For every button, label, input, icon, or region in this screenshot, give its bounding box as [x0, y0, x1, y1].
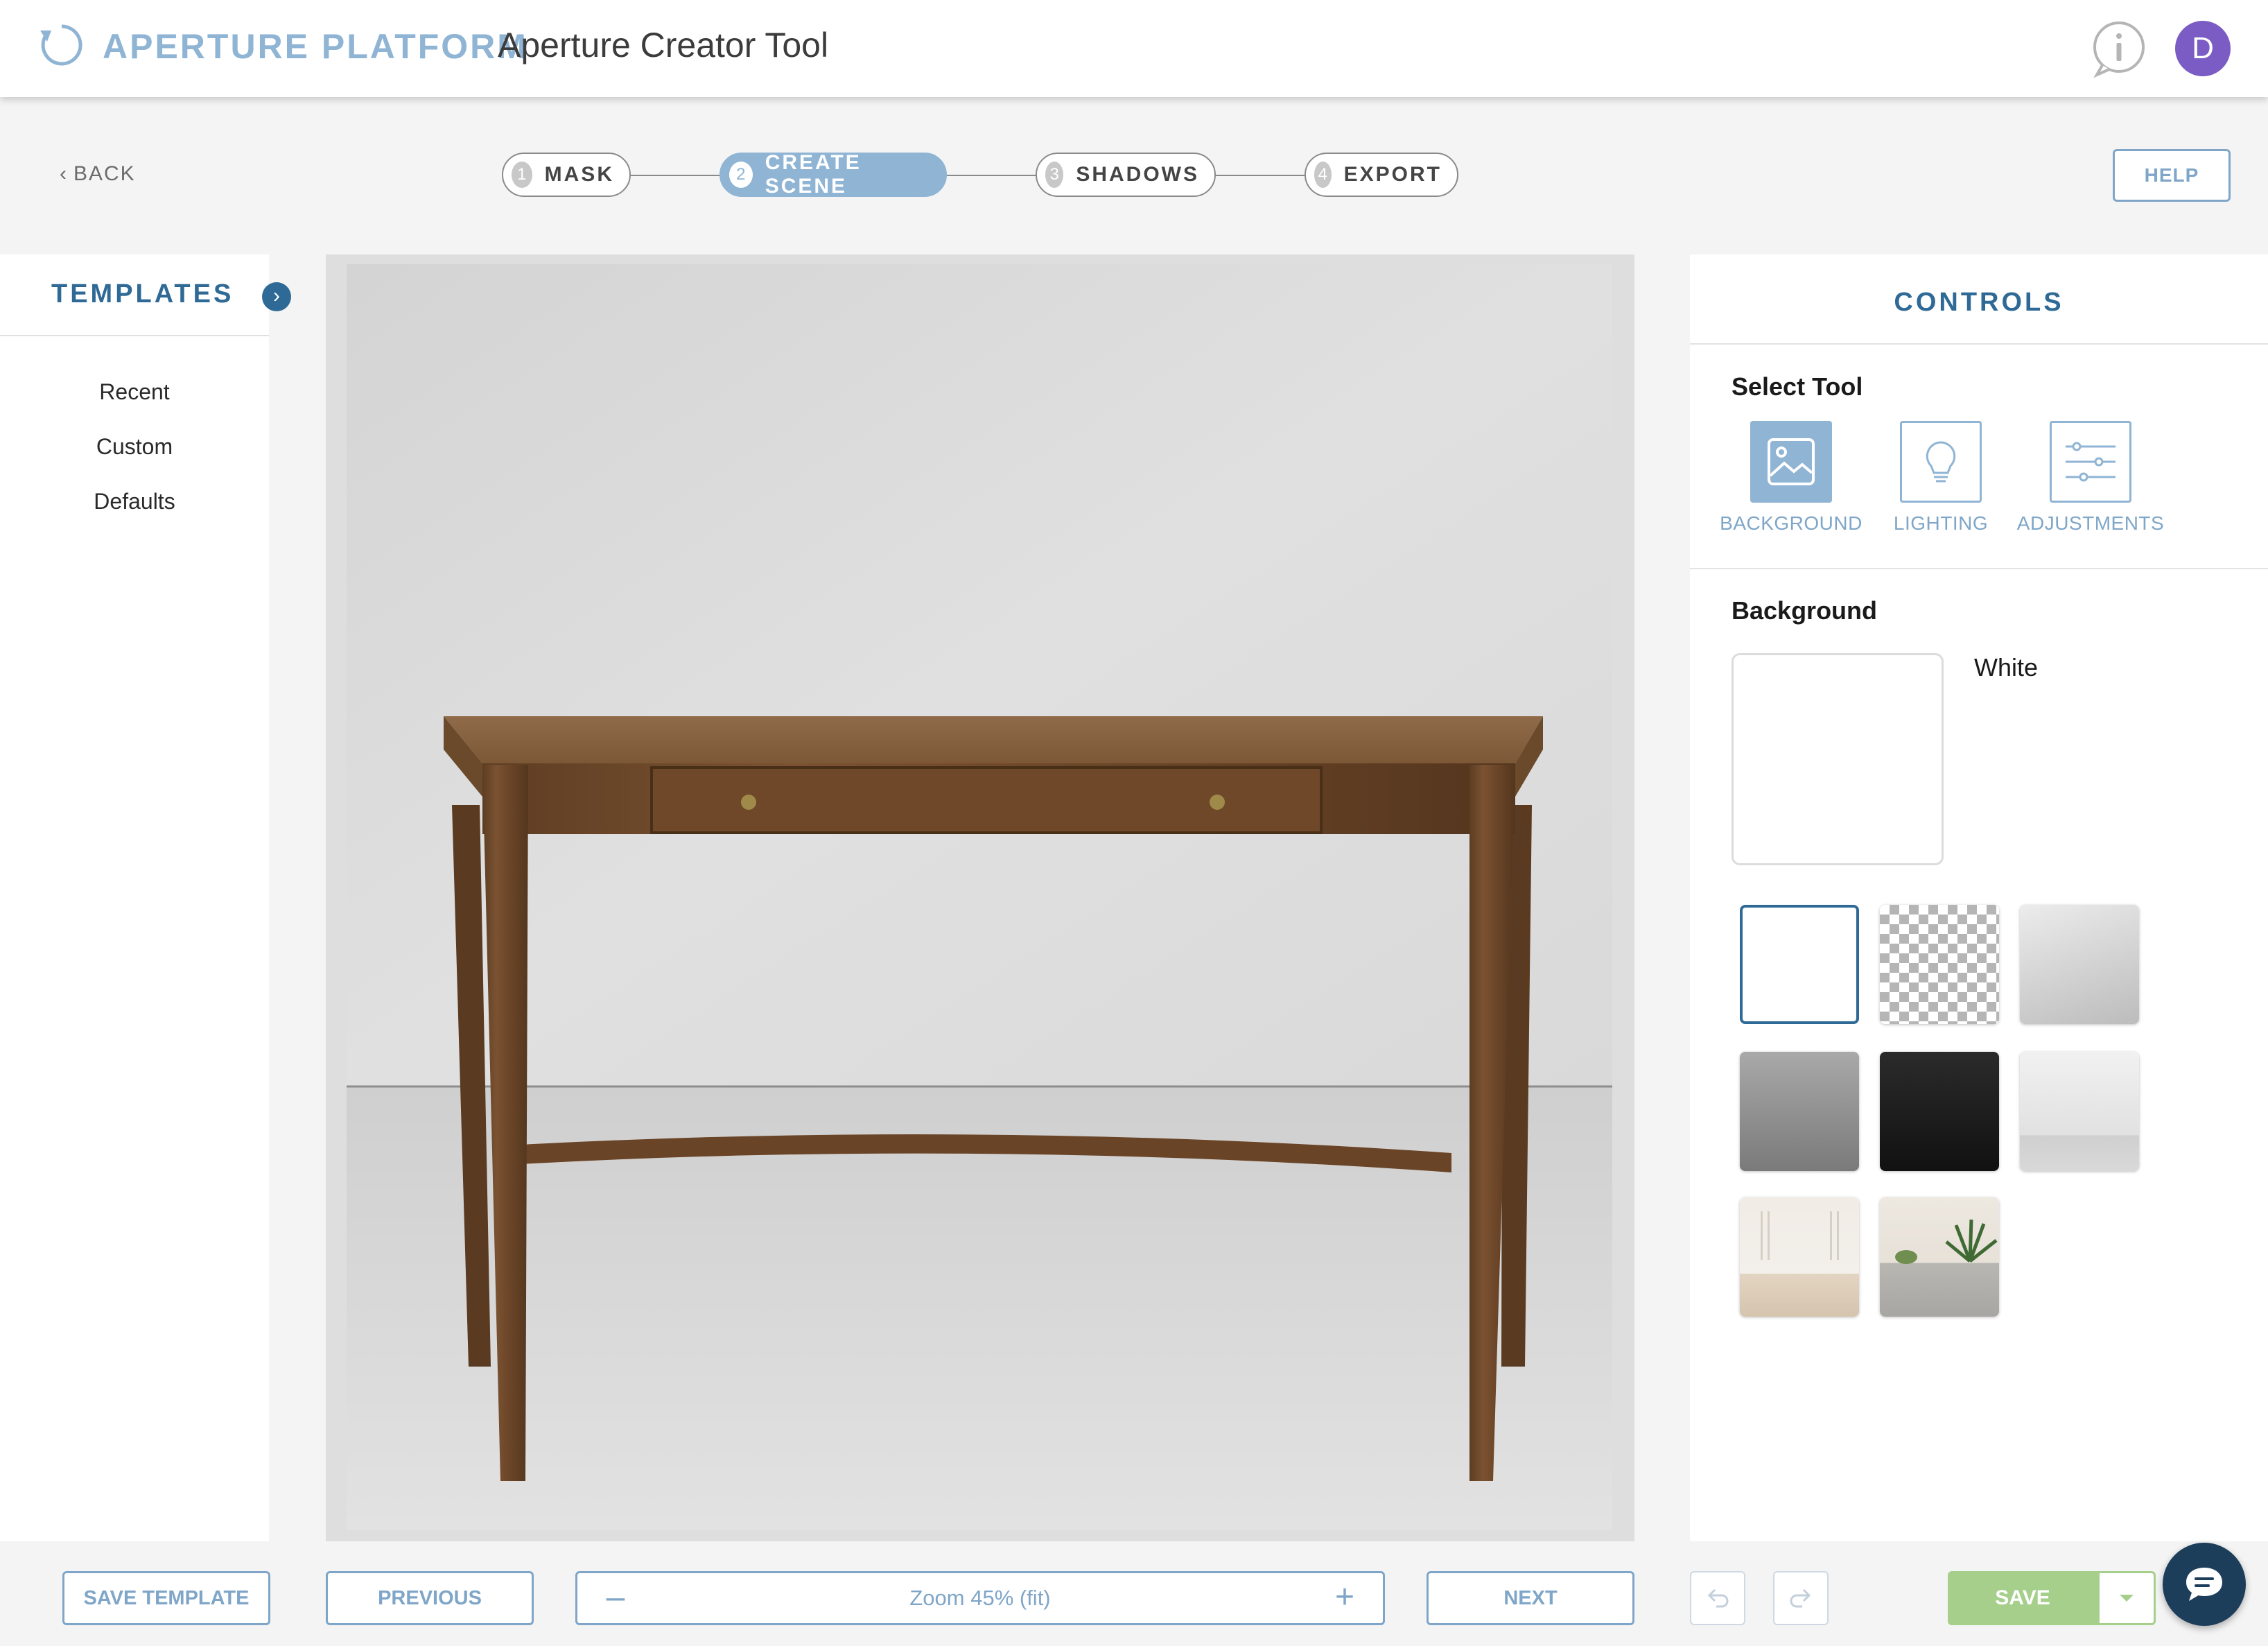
previous-button[interactable]: PREVIOUS: [326, 1571, 534, 1625]
step-export[interactable]: 4 EXPORT: [1305, 153, 1458, 197]
step-number: 1: [512, 162, 532, 188]
controls-title: CONTROLS: [1894, 288, 2064, 317]
back-label: BACK: [73, 162, 136, 185]
room-panel-line: [1761, 1211, 1763, 1260]
tool-label: BACKGROUND: [1720, 512, 1863, 534]
step-label: MASK: [544, 163, 614, 186]
sliders-icon: [2050, 421, 2131, 503]
step-connector: [1214, 175, 1306, 176]
refresh-circle-icon: [40, 24, 82, 66]
divider: [1690, 343, 2268, 345]
desk-product-image: [347, 264, 1612, 1530]
controls-panel: CONTROLS Select Tool BACKGROUND LIGHTING: [1690, 254, 2268, 1541]
save-template-button[interactable]: SAVE TEMPLATE: [62, 1571, 270, 1625]
zoom-level: Zoom 45% (fit): [909, 1586, 1051, 1610]
template-item-recent[interactable]: Recent: [0, 379, 269, 405]
divider: [0, 335, 269, 336]
template-item-defaults[interactable]: Defaults: [0, 489, 269, 514]
zoom-control: – Zoom 45% (fit) +: [575, 1571, 1385, 1625]
tool-lighting[interactable]: LIGHTING: [1865, 421, 2017, 535]
step-label: EXPORT: [1343, 163, 1442, 186]
swatch-gray[interactable]: [1740, 1052, 1859, 1171]
step-connector: [945, 175, 1037, 176]
chevron-left-icon: ‹: [60, 162, 68, 185]
swatch-white[interactable]: [1740, 905, 1859, 1024]
swatch-transparent[interactable]: [1880, 905, 1999, 1024]
image-icon: [1750, 421, 1832, 503]
zoom-out-icon[interactable]: –: [577, 1573, 654, 1623]
select-tool-label: Select Tool: [1731, 372, 1863, 401]
step-number: 4: [1314, 162, 1332, 188]
chat-bubble-icon: [2186, 1568, 2222, 1601]
swatch-patio[interactable]: [1880, 1197, 1999, 1317]
undo-button[interactable]: [1690, 1571, 1745, 1625]
step-label: CREATE SCENE: [765, 151, 862, 198]
app-title: Aperture Creator Tool: [498, 26, 829, 64]
canvas-frame: [326, 254, 1634, 1541]
help-button[interactable]: HELP: [2113, 149, 2231, 202]
room-panel-line: [1768, 1211, 1770, 1260]
step-shadows[interactable]: 3 SHADOWS: [1036, 153, 1216, 197]
step-label: SHADOWS: [1076, 163, 1199, 186]
user-avatar[interactable]: D: [2175, 21, 2231, 76]
tool-label: ADJUSTMENTS: [2016, 512, 2165, 534]
divider: [1690, 568, 2268, 569]
chevron-right-icon[interactable]: ›: [262, 282, 291, 311]
step-connector: [629, 175, 721, 176]
swatch-black[interactable]: [1880, 1052, 1999, 1171]
template-item-custom[interactable]: Custom: [0, 434, 269, 460]
scene-preview[interactable]: [347, 264, 1612, 1530]
redo-button[interactable]: [1773, 1571, 1829, 1625]
swatch-light-studio[interactable]: [2020, 1052, 2139, 1171]
undo-icon: [1707, 1588, 1729, 1608]
selected-background-name: White: [1974, 653, 2039, 682]
top-bar: APERTURE PLATFORM Aperture Creator Tool …: [0, 0, 2268, 97]
save-button[interactable]: SAVE: [1948, 1571, 2097, 1625]
next-button[interactable]: NEXT: [1427, 1571, 1634, 1625]
tool-background[interactable]: BACKGROUND: [1715, 421, 1867, 535]
swatch-white-room[interactable]: [1740, 1197, 1859, 1317]
background-preview: [1731, 653, 1944, 865]
background-section-label: Background: [1731, 596, 1878, 625]
step-number: 2: [729, 162, 753, 188]
step-mask[interactable]: 1 MASK: [502, 153, 631, 197]
back-button[interactable]: ‹ BACK: [60, 162, 136, 186]
templates-panel: TEMPLATES Recent Custom Defaults: [0, 254, 269, 1541]
step-create-scene[interactable]: 2 CREATE SCENE: [719, 151, 947, 198]
redo-icon: [1790, 1588, 1811, 1608]
chat-button[interactable]: [2163, 1543, 2246, 1626]
brand-name: APERTURE PLATFORM: [103, 27, 528, 66]
palm-plant-icon: [1895, 1219, 1998, 1264]
templates-title: TEMPLATES: [51, 279, 234, 309]
chevron-down-icon: [2120, 1595, 2134, 1602]
swatch-light-gray[interactable]: [2020, 905, 2139, 1024]
zoom-in-icon[interactable]: +: [1307, 1573, 1383, 1623]
room-panel-line: [1830, 1211, 1832, 1260]
tool-label: LIGHTING: [1893, 512, 1989, 534]
save-options-button[interactable]: [2097, 1571, 2156, 1625]
step-number: 3: [1045, 162, 1064, 188]
tool-adjustments[interactable]: ADJUSTMENTS: [2014, 421, 2167, 535]
info-icon[interactable]: [2090, 19, 2148, 78]
lightbulb-icon: [1900, 421, 1982, 503]
room-panel-line: [1837, 1211, 1839, 1260]
